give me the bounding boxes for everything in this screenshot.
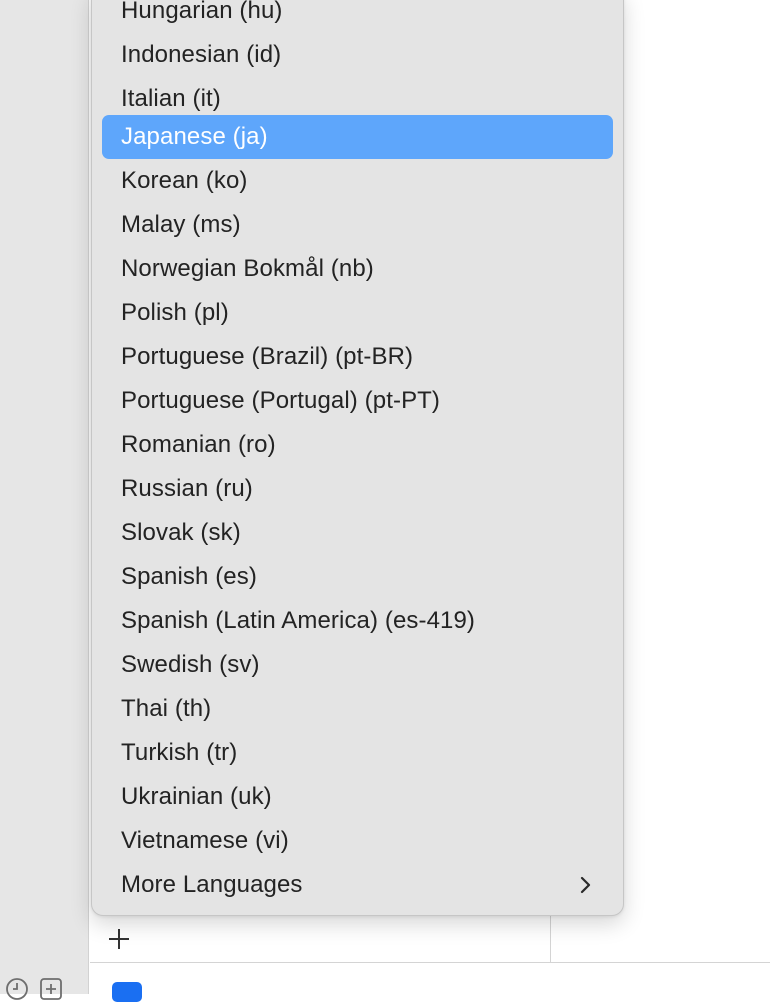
language-dropdown-menu: Hungarian (hu) Indonesian (id) Italian (… (91, 0, 624, 916)
menu-item-vietnamese[interactable]: Vietnamese (vi) (102, 819, 613, 863)
menu-item-korean[interactable]: Korean (ko) (102, 159, 613, 203)
menu-item-more-languages[interactable]: More Languages (102, 863, 613, 907)
menu-item-thai[interactable]: Thai (th) (102, 687, 613, 731)
menu-item-label: Malay (ms) (121, 211, 241, 238)
menu-item-malay[interactable]: Malay (ms) (102, 203, 613, 247)
menu-item-label: Swedish (sv) (121, 651, 260, 678)
menu-item-label: Norwegian Bokmål (nb) (121, 255, 374, 282)
menu-item-label: Polish (pl) (121, 299, 229, 326)
menu-item-spanish-latin-america[interactable]: Spanish (Latin America) (es-419) (102, 599, 613, 643)
menu-item-label: Thai (th) (121, 695, 212, 722)
menu-item-label: Slovak (sk) (121, 519, 241, 546)
menu-item-romanian[interactable]: Romanian (ro) (102, 423, 613, 467)
menu-item-indonesian[interactable]: Indonesian (id) (102, 33, 613, 77)
menu-item-label: Turkish (tr) (121, 739, 238, 766)
menu-item-swedish[interactable]: Swedish (sv) (102, 643, 613, 687)
chevron-right-icon (575, 875, 595, 895)
menu-item-label: Indonesian (id) (121, 41, 282, 68)
clock-icon[interactable] (4, 976, 30, 1002)
menu-item-ukrainian[interactable]: Ukrainian (uk) (102, 775, 613, 819)
menu-item-portuguese-brazil[interactable]: Portuguese (Brazil) (pt-BR) (102, 335, 613, 379)
menu-item-label: Japanese (ja) (121, 123, 268, 150)
add-square-icon[interactable] (38, 976, 64, 1002)
menu-item-label: Romanian (ro) (121, 431, 276, 458)
app-icon (112, 982, 142, 1002)
menu-item-spanish[interactable]: Spanish (es) (102, 555, 613, 599)
menu-item-polish[interactable]: Polish (pl) (102, 291, 613, 335)
menu-item-label: Korean (ko) (121, 167, 248, 194)
menu-item-label: Spanish (es) (121, 563, 257, 590)
menu-item-turkish[interactable]: Turkish (tr) (102, 731, 613, 775)
menu-item-label: Portuguese (Brazil) (pt-BR) (121, 343, 414, 370)
menu-item-label: More Languages (121, 871, 303, 898)
menu-item-slovak[interactable]: Slovak (sk) (102, 511, 613, 555)
menu-item-label: Ukrainian (uk) (121, 783, 272, 810)
plus-icon (109, 929, 129, 949)
menu-item-label: Spanish (Latin America) (es-419) (121, 607, 476, 634)
sidebar (0, 0, 89, 1000)
bottom-bar-divider (90, 962, 770, 963)
menu-item-label: Portuguese (Portugal) (pt-PT) (121, 387, 441, 414)
menu-item-norwegian-bokmal[interactable]: Norwegian Bokmål (nb) (102, 247, 613, 291)
add-language-button[interactable] (104, 924, 134, 954)
menu-item-label: Russian (ru) (121, 475, 253, 502)
menu-item-label: Vietnamese (vi) (121, 827, 289, 854)
menu-item-portuguese-portugal[interactable]: Portuguese (Portugal) (pt-PT) (102, 379, 613, 423)
menu-item-japanese[interactable]: Japanese (ja) (102, 115, 613, 159)
menu-item-label: Hungarian (hu) (121, 0, 283, 24)
menu-item-russian[interactable]: Russian (ru) (102, 467, 613, 511)
menu-item-hungarian[interactable]: Hungarian (hu) (102, 0, 613, 33)
